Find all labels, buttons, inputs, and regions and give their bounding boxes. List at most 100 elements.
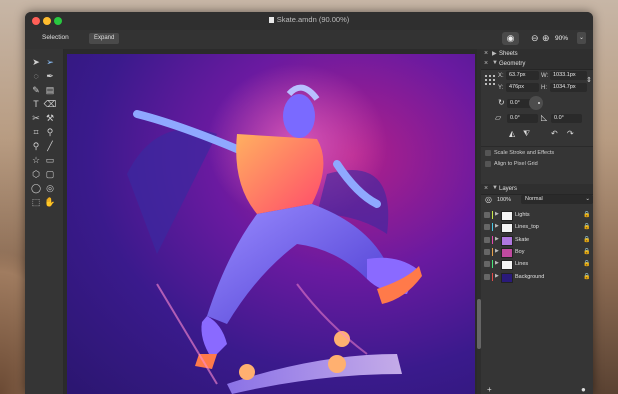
layer-row[interactable]: ▶ Boy 🔒: [481, 246, 593, 258]
disclosure-right-icon[interactable]: ▶: [495, 223, 499, 229]
visibility-checkbox[interactable]: [484, 273, 490, 280]
layer-row[interactable]: ▶ Skate 🔒: [481, 234, 593, 246]
scissors-tool[interactable]: ✂: [29, 111, 43, 125]
arrow-select-tool[interactable]: ➤: [29, 55, 43, 69]
disclosure-right-icon[interactable]: ▶: [495, 211, 499, 217]
inspector-panel: × ▶ Sheets × ▼ Geometry X: 63.7px W: 103…: [481, 49, 593, 394]
align-pixel-label: Align to Pixel Grid: [494, 161, 538, 167]
skew-icon: ◺: [541, 113, 548, 122]
rectangle-tool[interactable]: ▭: [43, 153, 57, 167]
rotate-right-icon[interactable]: ↷: [567, 129, 574, 139]
disclosure-down-icon[interactable]: ▼: [492, 60, 498, 66]
layers-label: Layers: [499, 186, 518, 192]
lasso-tool[interactable]: ◌: [29, 69, 43, 83]
transform-tool[interactable]: ⬚: [29, 195, 43, 209]
layer-row[interactable]: ▶ Background 🔒: [481, 271, 593, 283]
ellipse-tool[interactable]: ◯: [29, 181, 43, 195]
visibility-checkbox[interactable]: [484, 224, 490, 231]
lock-proportions-icon[interactable]: ⇕: [586, 76, 592, 86]
zoom-out-icon[interactable]: ⊖: [531, 32, 539, 45]
align-pixel-checkbox[interactable]: [485, 161, 491, 167]
rounded-rectangle-tool[interactable]: ▢: [43, 167, 57, 181]
zoom-in-icon[interactable]: ⊕: [542, 32, 550, 45]
visibility-checkbox[interactable]: [484, 248, 490, 255]
layer-name: Lines: [515, 261, 529, 268]
disclosure-right-icon[interactable]: ▶: [495, 248, 499, 254]
skate-artwork[interactable]: [67, 54, 475, 394]
text-tool[interactable]: T: [29, 97, 43, 111]
scale-stroke-checkbox[interactable]: [485, 150, 491, 156]
layers-header[interactable]: × ▼ Layers: [481, 184, 593, 195]
disclosure-right-icon[interactable]: ▶: [495, 236, 499, 242]
close-icon[interactable]: ×: [484, 50, 488, 57]
layer-thumbnail: [501, 235, 513, 246]
separator: [481, 146, 593, 147]
close-icon[interactable]: ×: [484, 185, 488, 192]
scale-stroke-label: Scale Stroke and Effects: [494, 150, 555, 156]
layer-name: Lights: [515, 212, 530, 218]
layer-row[interactable]: ▶ Lights 🔒: [481, 209, 593, 221]
layer-row[interactable]: ▶ Lines_top 🔒: [481, 221, 593, 234]
pencil-tool[interactable]: ✎: [29, 83, 43, 97]
add-layer-icon[interactable]: +: [487, 385, 492, 394]
knife-tool[interactable]: ⚒: [43, 111, 57, 125]
h-field[interactable]: 1034.7px: [550, 83, 587, 92]
layer-color-tag: [492, 260, 493, 269]
visibility-checkbox[interactable]: [484, 212, 490, 218]
rotation-knob[interactable]: [529, 96, 543, 110]
star-tool[interactable]: ☆: [29, 153, 43, 167]
flip-vertical-icon[interactable]: ⧨: [523, 129, 530, 139]
rotate-left-icon[interactable]: ↶: [551, 129, 558, 139]
lock-icon[interactable]: 🔒: [583, 273, 590, 280]
x-label: X:: [498, 73, 504, 79]
eyedropper-tool[interactable]: ⚲: [43, 125, 57, 139]
lock-icon[interactable]: 🔒: [583, 236, 590, 243]
line-tool[interactable]: ╱: [43, 139, 57, 153]
lock-icon[interactable]: 🔒: [583, 248, 590, 255]
polygon-tool[interactable]: ⬡: [29, 167, 43, 181]
layer-color-tag: [492, 272, 493, 281]
window-title-text: Skate.amdn (90.00%): [276, 15, 350, 24]
delete-layer-icon[interactable]: ●: [581, 385, 586, 394]
disclosure-right-icon[interactable]: ▶: [495, 273, 499, 279]
y-field[interactable]: 476px: [506, 83, 539, 92]
opacity-value[interactable]: 100%: [497, 197, 511, 203]
disclosure-right-icon[interactable]: ▶: [492, 50, 497, 57]
crop-tool[interactable]: ⌗: [29, 125, 43, 139]
skew-field[interactable]: 0.0°: [551, 114, 582, 123]
visibility-checkbox[interactable]: [484, 261, 490, 268]
expand-button[interactable]: Expand: [89, 33, 120, 44]
shear-field[interactable]: 0.0°: [507, 114, 538, 123]
lock-icon[interactable]: 🔒: [583, 260, 590, 267]
disclosure-down-icon[interactable]: ▼: [492, 185, 498, 191]
close-icon[interactable]: ×: [484, 60, 488, 67]
h-label: H:: [541, 85, 547, 91]
pen-tool[interactable]: ✒: [43, 69, 57, 83]
gradient-tool[interactable]: ▤: [43, 83, 57, 97]
lock-icon[interactable]: 🔒: [583, 211, 590, 218]
x-field[interactable]: 63.7px: [506, 71, 539, 80]
flip-horizontal-icon[interactable]: ◭: [509, 129, 515, 139]
geometry-header[interactable]: × ▼ Geometry: [481, 59, 593, 70]
blend-mode-select[interactable]: Normal ⌄: [521, 195, 593, 204]
visibility-checkbox[interactable]: [484, 236, 490, 243]
zoom-tool[interactable]: ⚲: [29, 139, 43, 153]
zoom-level[interactable]: 90%: [555, 33, 568, 44]
hand-tool[interactable]: ✋: [43, 195, 57, 209]
zoom-dropdown[interactable]: ⌄: [577, 32, 586, 44]
tools-panel: ➤ ➢ ◌ ✒ ✎ ▤ T ⌫ ✂ ⚒ ⌗ ⚲ ⚲ ╱ ☆ ▭ ⬡ ▢ ◯ ◎ …: [25, 49, 64, 394]
canvas-area[interactable]: [64, 49, 477, 394]
disclosure-right-icon[interactable]: ▶: [495, 260, 499, 266]
layer-name: Boy: [515, 248, 525, 255]
sheets-label: Sheets: [499, 51, 518, 57]
eye-icon[interactable]: ◉: [502, 32, 519, 45]
title-bar: Skate.amdn (90.00%): [25, 12, 593, 31]
direct-select-tool[interactable]: ➢: [43, 55, 57, 69]
layer-name: Skate: [515, 236, 530, 243]
lock-icon[interactable]: 🔒: [583, 223, 590, 230]
layer-row[interactable]: ▶ Lines 🔒: [481, 258, 593, 271]
eraser-tool[interactable]: ⌫: [43, 97, 57, 111]
anchor-grid-icon[interactable]: [485, 75, 495, 85]
w-field[interactable]: 1033.1px: [550, 71, 587, 80]
shape-builder-tool[interactable]: ◎: [43, 181, 57, 195]
